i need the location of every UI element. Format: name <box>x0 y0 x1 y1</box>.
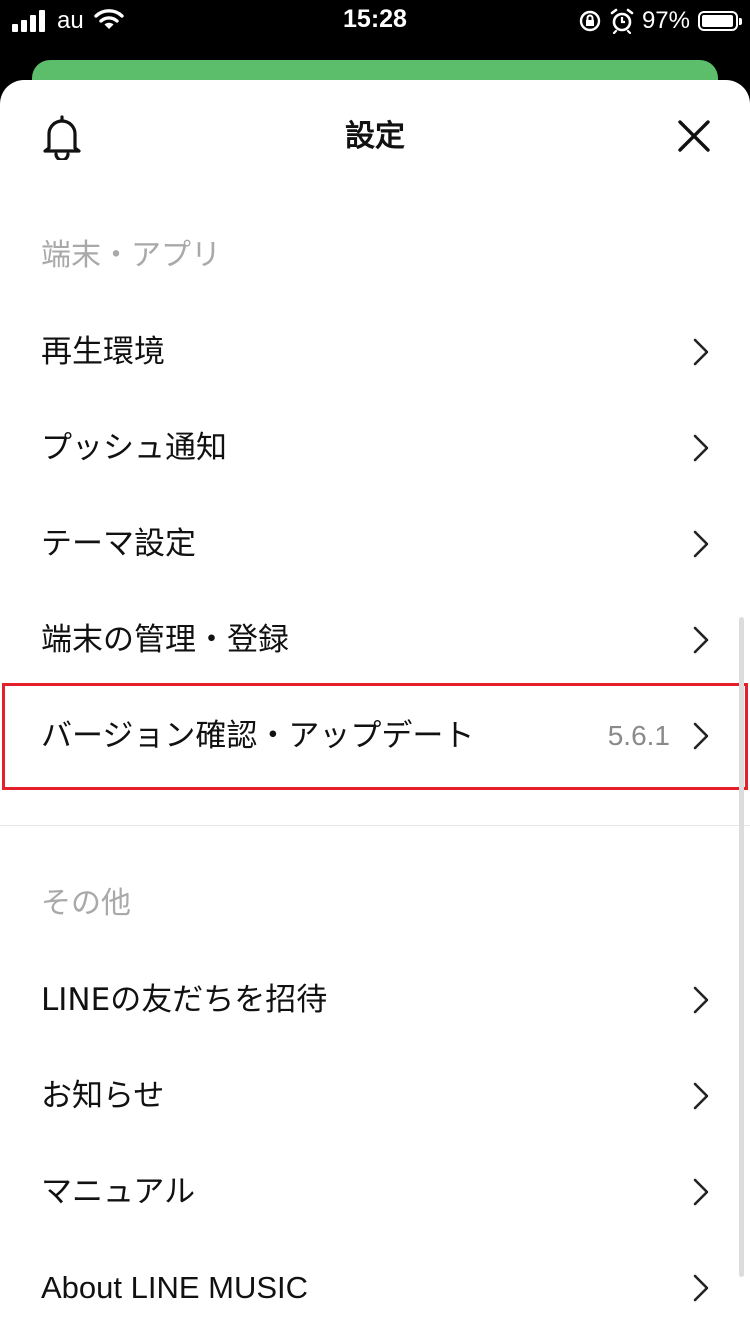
chevron-right-icon <box>692 625 710 655</box>
chevron-right-icon <box>692 1177 710 1207</box>
row-label: 再生環境 <box>41 334 165 370</box>
row-label: 端末の管理・登録 <box>41 622 289 658</box>
highlight-box <box>2 683 748 790</box>
settings-row-theme[interactable]: テーマ設定 <box>0 496 750 592</box>
chevron-right-icon <box>692 433 710 463</box>
settings-row-push-notifications[interactable]: プッシュ通知 <box>0 400 750 496</box>
page-title: 設定 <box>345 119 405 154</box>
battery-percentage: 97% <box>641 7 690 34</box>
chevron-right-icon <box>692 1081 710 1111</box>
battery-fill <box>702 15 733 27</box>
section-label-other: その他 <box>41 886 131 921</box>
chevron-right-icon <box>692 1273 710 1303</box>
row-label: テーマ設定 <box>41 526 196 562</box>
chevron-right-icon <box>692 529 710 559</box>
settings-row-invite-line-friends[interactable]: LINEの友だちを招待 <box>0 952 750 1048</box>
alarm-icon <box>610 8 634 34</box>
row-label: お知らせ <box>41 1078 165 1114</box>
row-label: マニュアル <box>41 1174 196 1210</box>
section-divider <box>0 825 750 826</box>
row-label: プッシュ通知 <box>41 430 227 466</box>
orientation-lock-icon <box>578 9 602 33</box>
status-bar-right: 97% <box>578 6 742 36</box>
status-bar: au 15:28 97% <box>0 0 750 42</box>
row-label: LINEの友だちを招待 <box>41 982 328 1018</box>
row-label: About LINE MUSIC <box>41 1270 309 1305</box>
battery-icon <box>698 11 742 31</box>
sheet-header: 設定 <box>0 80 750 192</box>
scroll-indicator[interactable] <box>739 617 744 1277</box>
settings-row-about[interactable]: About LINE MUSIC <box>0 1240 750 1334</box>
battery-cap <box>739 18 742 25</box>
settings-row-announcements[interactable]: お知らせ <box>0 1048 750 1144</box>
chevron-right-icon <box>692 337 710 367</box>
settings-row-playback-environment[interactable]: 再生環境 <box>0 304 750 400</box>
section-label-device-app: 端末・アプリ <box>41 238 221 273</box>
settings-row-manual[interactable]: マニュアル <box>0 1144 750 1240</box>
chevron-right-icon <box>692 985 710 1015</box>
settings-sheet: 設定 端末・アプリ 再生環境 プッシュ通知 テーマ設定 端末の管理・登録 バージ… <box>0 80 750 1334</box>
close-icon[interactable] <box>674 116 714 156</box>
settings-row-device-management[interactable]: 端末の管理・登録 <box>0 592 750 688</box>
